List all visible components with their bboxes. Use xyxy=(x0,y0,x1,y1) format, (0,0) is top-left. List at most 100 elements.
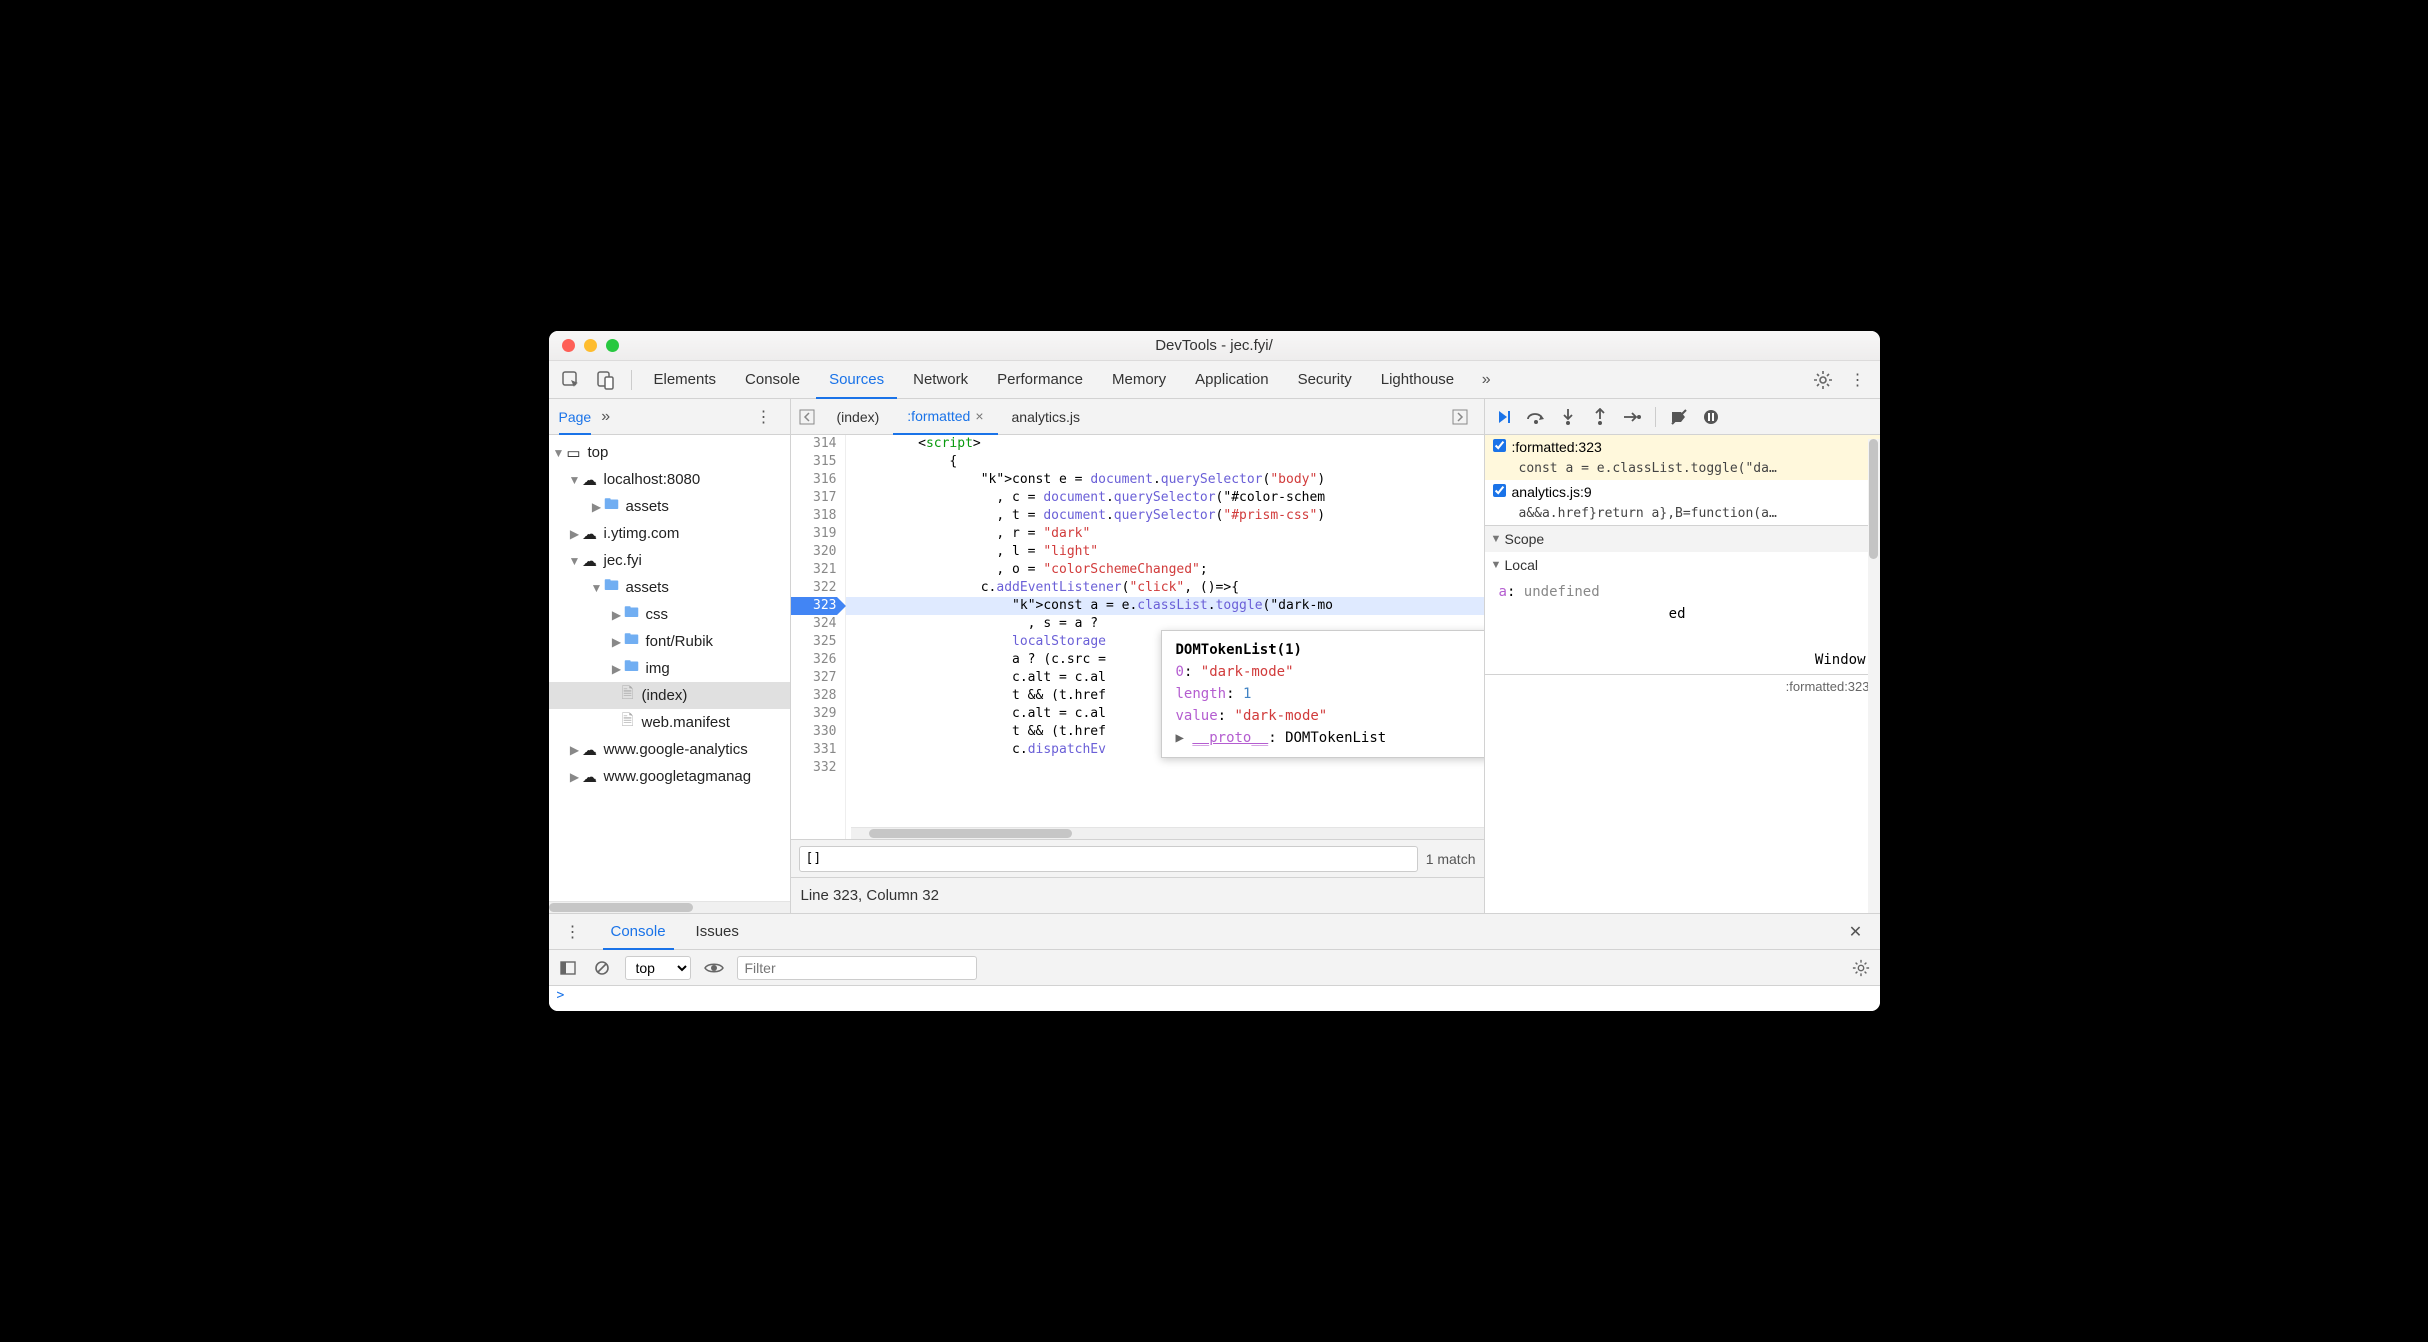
value-popover: DOMTokenList(1) 0: "dark-mode" length: 1… xyxy=(1161,630,1484,758)
tree-css[interactable]: ▶🖿css xyxy=(549,601,790,628)
scope-local[interactable]: ▼Local xyxy=(1485,552,1880,578)
step-out-icon[interactable] xyxy=(1589,406,1611,428)
tree-gtm[interactable]: ▶☁www.googletagmanag xyxy=(549,763,790,790)
srctab-analytics[interactable]: analytics.js xyxy=(998,399,1094,435)
gear-icon[interactable] xyxy=(1850,957,1872,979)
gutter[interactable]: 3143153163173183193203213223233243253263… xyxy=(791,435,846,839)
window-controls xyxy=(562,339,619,352)
tree-top[interactable]: ▼▭top xyxy=(549,439,790,466)
file-tree[interactable]: ▼▭top ▼☁localhost:8080 ▶🖿assets ▶☁i.ytim… xyxy=(549,435,790,901)
global-window: Window xyxy=(1499,649,1866,671)
context-selector[interactable]: top xyxy=(625,956,691,980)
tab-lighthouse[interactable]: Lighthouse xyxy=(1368,361,1467,399)
srctab-index[interactable]: (index) xyxy=(823,399,894,435)
console-toolbar: top xyxy=(549,950,1880,986)
cloud-icon: ☁ xyxy=(581,741,599,759)
close-tab-icon[interactable]: × xyxy=(975,399,983,434)
sidebar-toggle-icon[interactable] xyxy=(557,957,579,979)
cloud-icon: ☁ xyxy=(581,768,599,786)
folder-icon: 🖿 xyxy=(603,494,621,519)
gear-icon[interactable] xyxy=(1807,364,1839,396)
v-scrollbar[interactable] xyxy=(1868,439,1880,913)
main-toolbar: Elements Console Sources Network Perform… xyxy=(549,361,1880,399)
search-bar: 1 match xyxy=(791,839,1484,877)
tree-font[interactable]: ▶🖿font/Rubik xyxy=(549,628,790,655)
resume-icon[interactable] xyxy=(1493,406,1515,428)
navigator-header: Page » ⋮ xyxy=(549,399,790,435)
tree-ga[interactable]: ▶☁www.google-analytics xyxy=(549,736,790,763)
tree-folder[interactable]: ▶🖿assets xyxy=(549,493,790,520)
nav-next-icon[interactable] xyxy=(1452,409,1476,425)
cursor-position: Line 323, Column 32 xyxy=(801,887,939,904)
page-tab[interactable]: Page xyxy=(559,399,592,435)
tab-performance[interactable]: Performance xyxy=(984,361,1096,399)
drawer-tab-console[interactable]: Console xyxy=(603,914,674,950)
breakpoint-item[interactable]: :formatted:323 const a = e.classList.tog… xyxy=(1485,435,1880,480)
kebab-menu-icon[interactable]: ⋮ xyxy=(557,916,589,948)
srctab-formatted[interactable]: :formatted × xyxy=(893,399,997,435)
tab-memory[interactable]: Memory xyxy=(1099,361,1179,399)
kebab-menu-icon[interactable]: ⋮ xyxy=(748,401,780,433)
tree-assets2[interactable]: ▼🖿assets xyxy=(549,574,790,601)
debugger-toolbar xyxy=(1485,399,1880,435)
tab-security[interactable]: Security xyxy=(1285,361,1365,399)
step-icon[interactable] xyxy=(1621,406,1643,428)
inspect-icon[interactable] xyxy=(555,364,587,396)
tree-index[interactable]: 🗎(index) xyxy=(549,682,790,709)
console-drawer: ⋮ Console Issues ✕ top > xyxy=(549,913,1880,1011)
bp-checkbox[interactable] xyxy=(1493,439,1506,452)
step-over-icon[interactable] xyxy=(1525,406,1547,428)
more-tabs-icon[interactable]: » xyxy=(601,408,610,426)
tab-sources[interactable]: Sources xyxy=(816,361,897,399)
more-tabs-icon[interactable]: » xyxy=(1470,364,1502,396)
step-into-icon[interactable] xyxy=(1557,406,1579,428)
search-matches: 1 match xyxy=(1426,851,1476,867)
scope-header[interactable]: ▼Scope xyxy=(1485,526,1880,552)
pause-exceptions-icon[interactable] xyxy=(1700,406,1722,428)
cloud-icon: ☁ xyxy=(581,471,599,489)
folder-icon: 🖿 xyxy=(603,575,621,600)
editor-pane: (index) :formatted × analytics.js 314315… xyxy=(791,399,1485,913)
callstack-item[interactable]: :formatted:323 xyxy=(1485,675,1880,698)
code-editor[interactable]: 3143153163173183193203213223233243253263… xyxy=(791,435,1484,839)
tree-webmanifest[interactable]: 🗎web.manifest xyxy=(549,709,790,736)
editor-h-scrollbar[interactable] xyxy=(851,827,1484,839)
drawer-tab-issues[interactable]: Issues xyxy=(688,914,747,950)
callstack-section: :formatted:323 xyxy=(1485,674,1880,698)
titlebar: DevTools - jec.fyi/ xyxy=(549,331,1880,361)
device-toggle-icon[interactable] xyxy=(590,364,622,396)
close-icon[interactable] xyxy=(562,339,575,352)
tab-elements[interactable]: Elements xyxy=(641,361,730,399)
live-expression-icon[interactable] xyxy=(703,957,725,979)
separator xyxy=(631,370,632,390)
console-filter-input[interactable] xyxy=(737,956,977,980)
drawer-tabs: ⋮ Console Issues ✕ xyxy=(549,914,1880,950)
close-drawer-icon[interactable]: ✕ xyxy=(1840,916,1872,948)
console-body[interactable]: > xyxy=(549,986,1880,1011)
nav-prev-icon[interactable] xyxy=(799,409,823,425)
scope-body: a: undefined ed Window xyxy=(1485,578,1880,674)
deactivate-bp-icon[interactable] xyxy=(1668,406,1690,428)
cloud-icon: ☁ xyxy=(581,552,599,570)
tree-jecfyi[interactable]: ▼☁jec.fyi xyxy=(549,547,790,574)
h-scrollbar[interactable] xyxy=(549,901,790,913)
tab-application[interactable]: Application xyxy=(1182,361,1281,399)
popover-title: DOMTokenList(1) xyxy=(1176,639,1484,661)
cloud-icon: ☁ xyxy=(581,525,599,543)
minimize-icon[interactable] xyxy=(584,339,597,352)
bp-checkbox[interactable] xyxy=(1493,484,1506,497)
maximize-icon[interactable] xyxy=(606,339,619,352)
file-icon: 🗎 xyxy=(619,710,637,735)
search-input[interactable] xyxy=(799,846,1418,872)
tree-ytimg[interactable]: ▶☁i.ytimg.com xyxy=(549,520,790,547)
kebab-menu-icon[interactable]: ⋮ xyxy=(1842,364,1874,396)
tab-network[interactable]: Network xyxy=(900,361,981,399)
clear-console-icon[interactable] xyxy=(591,957,613,979)
folder-icon: 🖿 xyxy=(623,602,641,627)
tab-console[interactable]: Console xyxy=(732,361,813,399)
tree-img[interactable]: ▶🖿img xyxy=(549,655,790,682)
tree-localhost[interactable]: ▼☁localhost:8080 xyxy=(549,466,790,493)
prompt: > xyxy=(557,988,565,1003)
breakpoint-item[interactable]: analytics.js:9 a&&a.href}return a},B=fun… xyxy=(1485,480,1880,525)
main-row: Page » ⋮ ▼▭top ▼☁localhost:8080 ▶🖿assets… xyxy=(549,399,1880,913)
